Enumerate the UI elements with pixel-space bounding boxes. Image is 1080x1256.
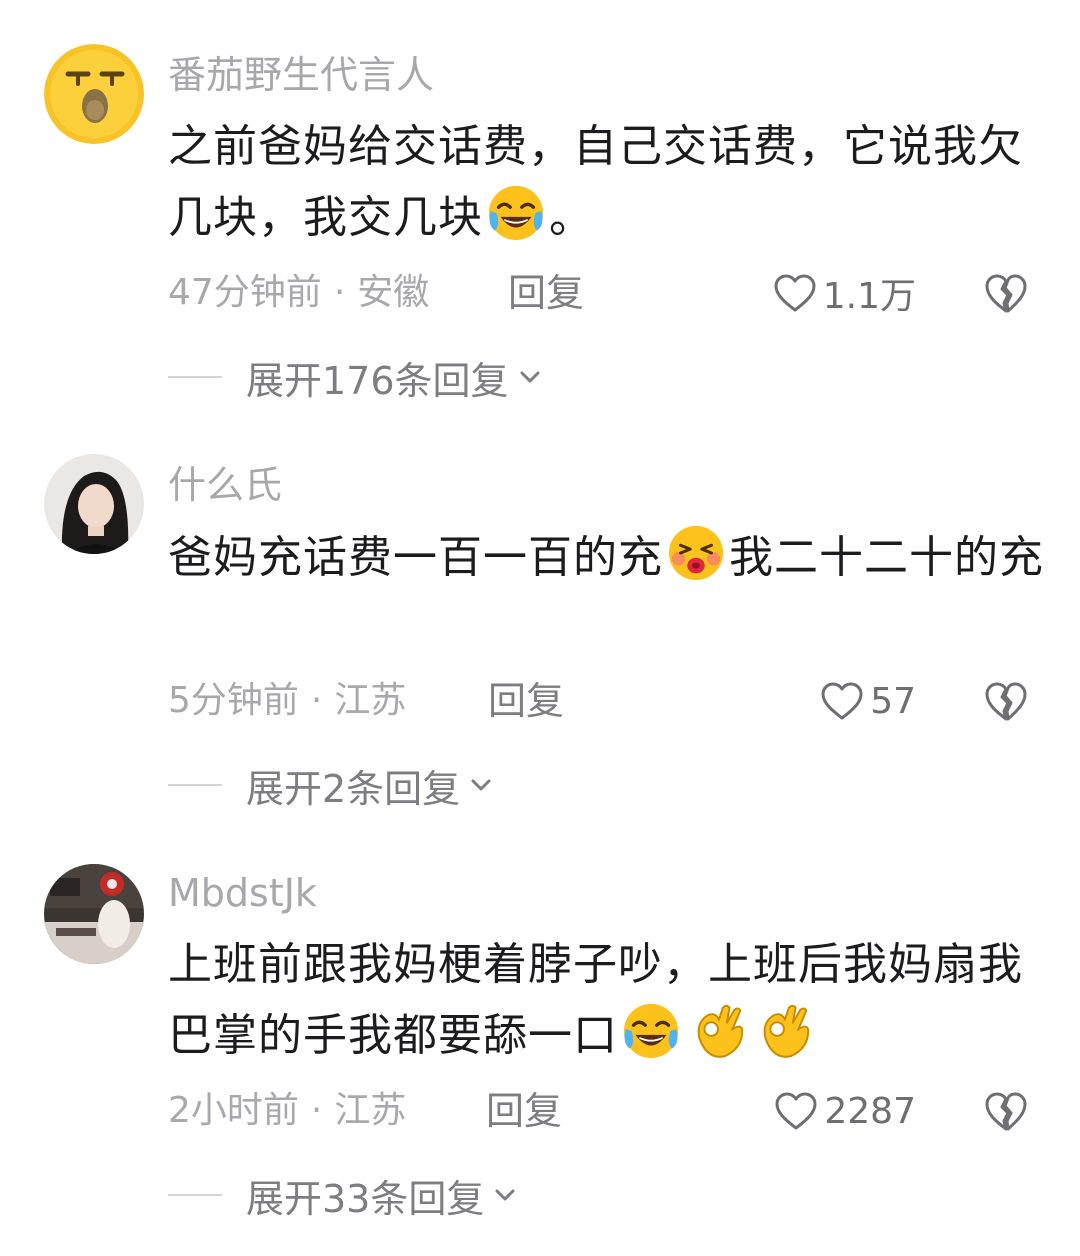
comment-item: 什么氏 爸妈充话费一百一百的充 我二十二十的充 5分钟前 · 江苏 回复 57 展开… [0,420,1080,830]
heart-icon [821,682,863,720]
girl-photo-avatar-icon [44,454,144,554]
comment-text-part: 。 [549,192,594,243]
broken-heart-icon [985,1092,1027,1131]
ok-hand-emoji-icon [763,1004,810,1058]
expand-replies-button[interactable]: 展开176条回复 [168,352,543,403]
chevron-down-icon [495,1189,515,1201]
comment-item: MbdstJk 上班前跟我妈梗着脖子吵，上班后我妈扇我巴掌的手我都要舔一口 2小… [0,830,1080,1250]
expand-replies-label: 展开33条回复 [246,1176,485,1221]
reply-button[interactable]: 回复 [486,1086,562,1136]
comment-time: 47分钟前 [168,272,322,313]
comment-text-part: 爸妈充话费一百一百的充 [168,532,663,583]
comment-meta: 5分钟前 · 江苏 [168,676,406,726]
tears-of-joy-emoji-icon [623,1003,679,1059]
like-button[interactable]: 2287 [750,1086,916,1136]
comment-text: 上班前跟我妈梗着脖子吵，上班后我妈扇我巴掌的手我都要舔一口 [168,930,1048,1071]
expand-replies-button[interactable]: 展开33条回复 [168,1170,518,1221]
reply-button[interactable]: 回复 [488,676,564,726]
ok-hand-emoji-icon [697,1004,744,1058]
chevron-down-icon [471,779,491,791]
comment-text-part: 我二十二十的充 [729,532,1044,583]
dislike-button[interactable] [984,1089,1028,1133]
comment-item: 番茄野生代言人 之前爸妈给交话费，自己交话费，它说我欠几块，我交几块 。 47分… [0,0,1080,420]
kissing-face-emoji-icon [668,525,724,581]
comment-location: 江苏 [334,1090,407,1131]
divider [168,376,222,378]
like-button[interactable]: 1.1万 [760,268,916,318]
meta-separator: · [310,1090,323,1131]
comment-location: 江苏 [334,680,407,721]
comment-text: 之前爸妈给交话费，自己交话费，它说我欠几块，我交几块 。 [168,112,1048,253]
user-avatar[interactable] [44,454,144,554]
room-photo-avatar-icon [44,864,144,964]
comment-location: 安徽 [357,272,430,313]
comment-time: 5分钟前 [168,680,299,721]
like-count: 57 [870,680,916,722]
expand-replies-label: 展开176条回复 [246,358,509,403]
user-avatar[interactable] [44,44,144,144]
comment-text: 爸妈充话费一百一百的充 我二十二十的充 [168,522,1048,593]
user-avatar[interactable] [44,864,144,964]
username[interactable]: 什么氏 [168,462,282,508]
username[interactable]: 番茄野生代言人 [168,52,434,98]
divider [168,784,222,786]
dislike-button[interactable] [984,271,1028,315]
heart-icon [774,274,816,312]
meta-separator: · [310,680,323,721]
comment-text-part: 之前爸妈给交话费，自己交话费，它说我欠几块，我交几块 [168,121,1023,243]
chevron-down-icon [520,371,540,383]
like-count: 1.1万 [822,276,916,317]
reply-button[interactable]: 回复 [508,268,584,318]
broken-heart-icon [985,274,1027,313]
comment-meta: 47分钟前 · 安徽 [168,268,429,318]
like-button[interactable]: 57 [800,676,916,726]
comment-meta: 2小时前 · 江苏 [168,1086,406,1136]
expand-replies-label: 展开2条回复 [246,766,461,811]
dislike-button[interactable] [984,679,1028,723]
comment-time: 2小时前 [168,1090,299,1131]
yawning-emoji-avatar-icon [44,44,144,144]
divider [168,1194,222,1196]
tears-of-joy-emoji-icon [488,185,544,241]
like-count: 2287 [824,1090,916,1132]
username[interactable]: MbdstJk [168,870,317,916]
broken-heart-icon [985,682,1027,721]
comment-text-part: 上班前跟我妈梗着脖子吵，上班后我妈扇我巴掌的手我都要舔一口 [168,939,1023,1061]
expand-replies-button[interactable]: 展开2条回复 [168,760,494,811]
heart-icon [775,1092,817,1130]
meta-separator: · [333,272,346,313]
